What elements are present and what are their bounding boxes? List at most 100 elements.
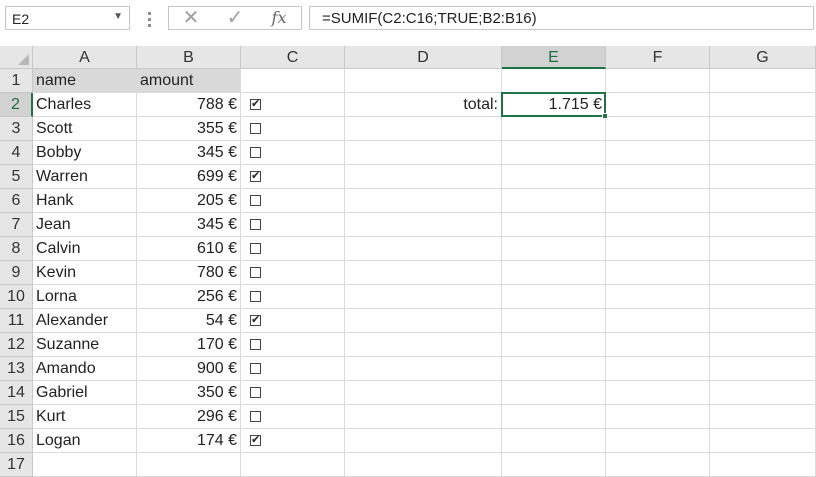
cell-f14[interactable] — [606, 381, 710, 405]
cell-g15[interactable] — [710, 405, 816, 429]
cell-g14[interactable] — [710, 381, 816, 405]
cell-f5[interactable] — [606, 165, 710, 189]
cell-g13[interactable] — [710, 357, 816, 381]
cell-g9[interactable] — [710, 261, 816, 285]
cell-c11[interactable] — [241, 309, 345, 333]
cell-e13[interactable] — [502, 357, 606, 381]
cell-c17[interactable] — [241, 453, 345, 477]
cell-b6[interactable]: 205 € — [137, 189, 241, 213]
cell-e4[interactable] — [502, 141, 606, 165]
cell-a11[interactable]: Alexander — [33, 309, 137, 333]
cell-a16[interactable]: Logan — [33, 429, 137, 453]
cell-a14[interactable]: Gabriel — [33, 381, 137, 405]
cell-f16[interactable] — [606, 429, 710, 453]
cell-e3[interactable] — [502, 117, 606, 141]
checkbox[interactable] — [250, 95, 261, 113]
cell-g7[interactable] — [710, 213, 816, 237]
cell-b2[interactable]: 788 € — [137, 93, 241, 117]
cell-c2[interactable] — [241, 93, 345, 117]
cell-g12[interactable] — [710, 333, 816, 357]
cell-d13[interactable] — [345, 357, 502, 381]
cell-d11[interactable] — [345, 309, 502, 333]
cell-f11[interactable] — [606, 309, 710, 333]
cell-c16[interactable] — [241, 429, 345, 453]
row-header-3[interactable]: 3 — [0, 117, 33, 141]
cell-g11[interactable] — [710, 309, 816, 333]
cell-d4[interactable] — [345, 141, 502, 165]
cell-a15[interactable]: Kurt — [33, 405, 137, 429]
checkbox[interactable] — [250, 291, 261, 302]
cell-f13[interactable] — [606, 357, 710, 381]
cell-e6[interactable] — [502, 189, 606, 213]
row-header-8[interactable]: 8 — [0, 237, 33, 261]
cell-f12[interactable] — [606, 333, 710, 357]
cell-g2[interactable] — [710, 93, 816, 117]
cell-d10[interactable] — [345, 285, 502, 309]
row-header-15[interactable]: 15 — [0, 405, 33, 429]
cell-b9[interactable]: 780 € — [137, 261, 241, 285]
cell-d8[interactable] — [345, 237, 502, 261]
row-header-7[interactable]: 7 — [0, 213, 33, 237]
checkbox[interactable] — [250, 363, 261, 374]
cell-e11[interactable] — [502, 309, 606, 333]
row-header-17[interactable]: 17 — [0, 453, 33, 477]
cell-d14[interactable] — [345, 381, 502, 405]
cell-c7[interactable] — [241, 213, 345, 237]
row-header-12[interactable]: 12 — [0, 333, 33, 357]
cell-a12[interactable]: Suzanne — [33, 333, 137, 357]
cell-c5[interactable] — [241, 165, 345, 189]
header-name[interactable]: name — [33, 69, 137, 93]
formula-input[interactable]: =SUMIF(C2:C16;TRUE;B2:B16) — [309, 6, 814, 30]
cell-g1[interactable] — [710, 69, 816, 93]
cell-d17[interactable] — [345, 453, 502, 477]
cell-c14[interactable] — [241, 381, 345, 405]
cell-f10[interactable] — [606, 285, 710, 309]
name-box[interactable]: E2 ▼ — [5, 6, 130, 30]
cell-c3[interactable] — [241, 117, 345, 141]
cell-g10[interactable] — [710, 285, 816, 309]
cell-e7[interactable] — [502, 213, 606, 237]
cell-d5[interactable] — [345, 165, 502, 189]
cell-f8[interactable] — [606, 237, 710, 261]
cell-a7[interactable]: Jean — [33, 213, 137, 237]
row-header-2[interactable]: 2 — [0, 93, 33, 117]
cell-a8[interactable]: Calvin — [33, 237, 137, 261]
cell-a10[interactable]: Lorna — [33, 285, 137, 309]
cell-f6[interactable] — [606, 189, 710, 213]
row-header-5[interactable]: 5 — [0, 165, 33, 189]
cell-g3[interactable] — [710, 117, 816, 141]
total-label[interactable]: total: — [345, 93, 502, 117]
cell-b11[interactable]: 54 € — [137, 309, 241, 333]
row-header-10[interactable]: 10 — [0, 285, 33, 309]
total-value[interactable]: 1.715 € — [502, 93, 606, 117]
cell-g16[interactable] — [710, 429, 816, 453]
cell-g17[interactable] — [710, 453, 816, 477]
cell-e15[interactable] — [502, 405, 606, 429]
cell-d15[interactable] — [345, 405, 502, 429]
cell-f4[interactable] — [606, 141, 710, 165]
checkbox[interactable] — [250, 195, 261, 206]
cell-g4[interactable] — [710, 141, 816, 165]
cell-f15[interactable] — [606, 405, 710, 429]
cell-b13[interactable]: 900 € — [137, 357, 241, 381]
header-amount[interactable]: amount — [137, 69, 241, 93]
cell-d12[interactable] — [345, 333, 502, 357]
column-header-a[interactable]: A — [33, 46, 137, 69]
cell-e12[interactable] — [502, 333, 606, 357]
cell-b12[interactable]: 170 € — [137, 333, 241, 357]
cell-e17[interactable] — [502, 453, 606, 477]
cell-e8[interactable] — [502, 237, 606, 261]
cell-f3[interactable] — [606, 117, 710, 141]
cell-a5[interactable]: Warren — [33, 165, 137, 189]
cell-c13[interactable] — [241, 357, 345, 381]
checkbox[interactable] — [250, 219, 261, 230]
cell-f7[interactable] — [606, 213, 710, 237]
cell-f1[interactable] — [606, 69, 710, 93]
cell-e5[interactable] — [502, 165, 606, 189]
checkbox[interactable] — [250, 431, 261, 449]
cell-b7[interactable]: 345 € — [137, 213, 241, 237]
fill-handle[interactable] — [602, 113, 608, 119]
cell-b10[interactable]: 256 € — [137, 285, 241, 309]
cell-a6[interactable]: Hank — [33, 189, 137, 213]
cell-a3[interactable]: Scott — [33, 117, 137, 141]
